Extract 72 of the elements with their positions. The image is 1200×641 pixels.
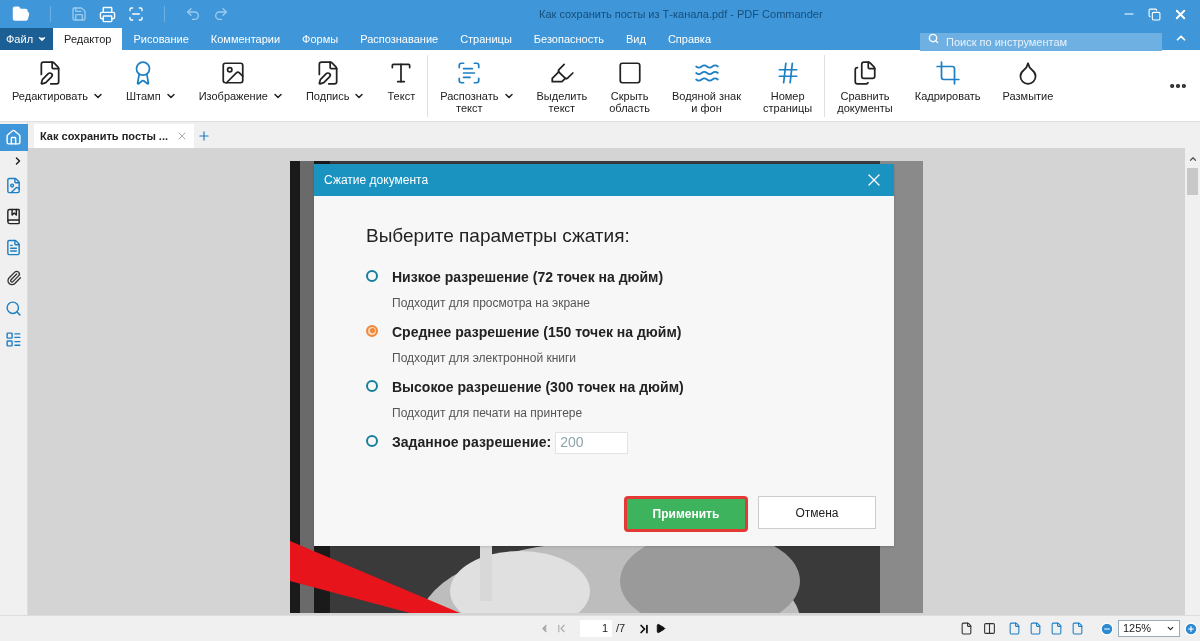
page-icon[interactable] (1050, 622, 1063, 635)
ribbon-button[interactable]: Выделить текст (528, 51, 596, 120)
page-count: /7 (616, 621, 626, 637)
radio-button[interactable] (366, 269, 378, 282)
radio-button[interactable] (366, 379, 378, 392)
document-tab[interactable]: Как сохранить посты ... (34, 124, 194, 148)
dialog-heading: Выберите параметры сжатия: (366, 224, 631, 248)
close-icon[interactable] (176, 130, 188, 142)
fit-width-icon[interactable] (1008, 622, 1021, 635)
document-icon[interactable] (5, 239, 22, 256)
scroll-up-icon[interactable] (1187, 154, 1198, 164)
ribbon-button[interactable]: Текст (379, 51, 424, 120)
folder-icon[interactable] (12, 5, 30, 23)
add-tab-icon[interactable] (197, 129, 211, 143)
ribbon-button[interactable]: Водяной знак и фон (664, 51, 749, 120)
layers-icon[interactable] (5, 331, 22, 348)
edit-icon (37, 59, 63, 86)
printer-icon[interactable] (99, 5, 116, 23)
option-hint: Подходит для печати на принтере (392, 404, 584, 422)
square-icon (616, 59, 643, 86)
fit-page-icon[interactable] (1029, 622, 1042, 635)
search-icon[interactable] (5, 300, 22, 317)
crop-icon (934, 59, 961, 86)
zoom-out-icon[interactable] (1100, 621, 1114, 636)
option-hint: Подходит для просмотра на экране (392, 294, 592, 312)
bookmark-icon[interactable] (5, 208, 22, 225)
file-menu[interactable]: Файл (0, 28, 54, 50)
ribbon-button[interactable]: Подпись (297, 51, 374, 120)
option-label: Высокое разрешение (300 точек на дюйм) (392, 377, 684, 397)
caret-icon (1166, 624, 1175, 633)
scrollbar[interactable] (1185, 148, 1200, 615)
restore-icon[interactable] (1148, 7, 1161, 21)
option-hint: Подходит для электронной книги (392, 349, 578, 367)
next-page-icon[interactable] (655, 623, 667, 634)
attachment-icon[interactable] (5, 270, 22, 286)
page-field[interactable]: 1 (580, 620, 612, 637)
two-page-icon[interactable] (983, 622, 996, 635)
image-icon (220, 59, 247, 86)
cancel-button[interactable]: Отмена (758, 496, 876, 529)
ribbon-tab[interactable]: Редактор (53, 28, 123, 50)
page-thumbnail-icon[interactable] (5, 177, 22, 194)
ribbon-button[interactable]: Номер страницы (755, 51, 821, 120)
ribbon-button[interactable]: Редактировать (4, 51, 112, 120)
ribbon-button[interactable]: Штамп (118, 51, 185, 120)
undo-icon[interactable] (185, 6, 201, 22)
option-label: Заданное разрешение: (392, 433, 552, 452)
zoom-in-icon[interactable] (1184, 621, 1198, 636)
ribbon-button[interactable]: Изображение (190, 51, 292, 120)
search-field[interactable]: Поиск по инструментам (920, 33, 1162, 51)
ribbon-button[interactable]: Кадрировать (906, 51, 989, 120)
caret-icon (37, 34, 48, 44)
zoom-select[interactable]: 125% (1118, 620, 1180, 637)
scanner-icon[interactable] (128, 6, 144, 22)
radio-button[interactable] (366, 434, 378, 447)
text-scan-icon (456, 59, 483, 86)
ribbon-button[interactable]: Распознать текст (432, 51, 523, 120)
save-icon[interactable] (71, 6, 87, 22)
dialog-title: Сжатие документа (324, 172, 429, 189)
ribbon-button[interactable]: Сравнить документы (829, 51, 901, 120)
redo-icon[interactable] (213, 6, 229, 22)
window-title: Как сохранить посты из Т-канала.pdf - PDF Commander (539, 6, 823, 22)
search-icon (928, 33, 939, 44)
ribbon-button[interactable]: Размытие (994, 51, 1062, 120)
actual-size-icon[interactable] (1071, 622, 1084, 635)
ribbon-button[interactable]: Скрыть область (601, 51, 658, 120)
scroll-thumb[interactable] (1187, 168, 1198, 195)
documents-icon (852, 59, 878, 86)
single-page-icon[interactable] (960, 622, 973, 635)
home-icon (5, 129, 22, 146)
radio-button[interactable] (366, 324, 378, 337)
option-label: Низкое разрешение (72 точек на дюйм) (392, 267, 664, 287)
option-label: Среднее разрешение (150 точек на дюйм) (392, 322, 682, 342)
